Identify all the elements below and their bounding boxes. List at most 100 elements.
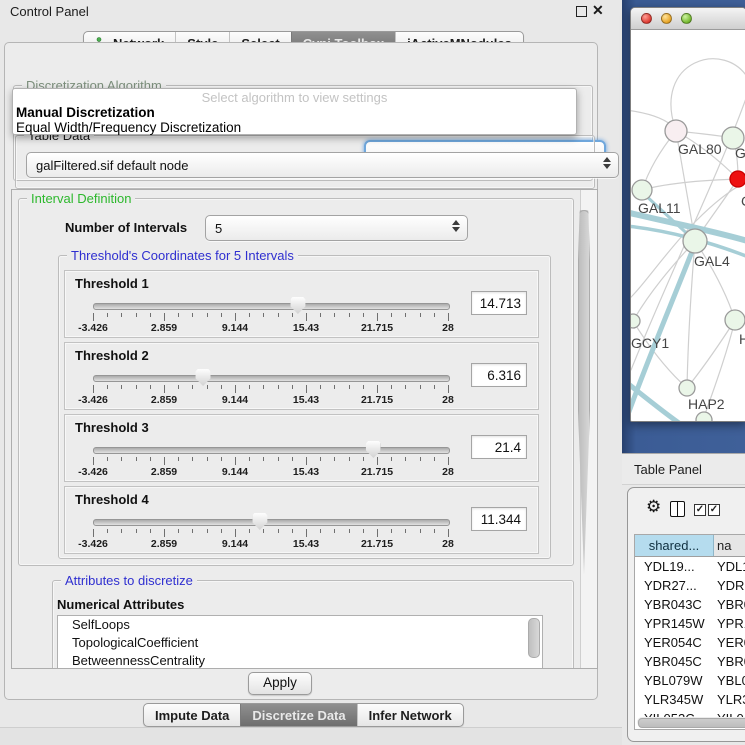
threshold-block-2: Threshold 2 -3.4262.8599.14415.4321.71528… xyxy=(64,342,539,410)
cell-name[interactable]: YDL1 xyxy=(714,557,745,576)
tick-label: 9.144 xyxy=(222,538,248,550)
tab-discretize-data[interactable]: Discretize Data xyxy=(240,704,356,726)
slider-thumb[interactable] xyxy=(196,369,211,386)
numerical-attributes-label: Numerical Attributes xyxy=(57,597,184,612)
right-side: GAL80GALGAL11CGAL4GCY1HAHAP2 Table Panel… xyxy=(622,0,745,745)
node-red-selected[interactable] xyxy=(730,171,745,187)
cell-shared-name[interactable]: YLR345W xyxy=(635,690,714,709)
network-edge xyxy=(687,320,735,388)
table-body: YDL19...YDL1YDR27...YDR2YBR043CYBR0YPR14… xyxy=(635,557,745,728)
checkbox-checked-icon[interactable]: ✓ xyxy=(708,504,720,516)
table-row[interactable]: YBR043CYBR0 xyxy=(635,595,745,614)
cell-name[interactable]: YER0 xyxy=(714,633,745,652)
tick-mark xyxy=(93,457,94,465)
cell-shared-name[interactable]: YDL19... xyxy=(635,557,714,576)
zoom-traffic-light-icon[interactable] xyxy=(681,13,692,24)
vertical-scrollbar-thumb[interactable] xyxy=(578,210,590,574)
cell-name[interactable]: YBR0 xyxy=(714,652,745,671)
tick-mark xyxy=(107,313,108,317)
table-row[interactable]: YBR045CYBR0 xyxy=(635,652,745,671)
attribute-item-selfloops[interactable]: SelfLoops xyxy=(58,616,542,634)
popup-option-equal-width-frequency[interactable]: Equal Width/Frequency Discretization xyxy=(13,120,576,135)
slider-thumb[interactable] xyxy=(290,297,305,314)
apply-button[interactable]: Apply xyxy=(248,672,312,695)
threshold-slider[interactable]: -3.4262.8599.14415.4321.71528 xyxy=(93,441,448,477)
threshold-slider[interactable]: -3.4262.8599.14415.4321.71528 xyxy=(93,369,448,405)
tab-label: Infer Network xyxy=(369,708,452,723)
close-traffic-light-icon[interactable] xyxy=(641,13,652,24)
tab-infer-network[interactable]: Infer Network xyxy=(357,704,463,726)
settings-scrollpane: Interval Definition Number of Intervals … xyxy=(11,189,598,669)
attribute-item-topologicalcoefficient[interactable]: TopologicalCoefficient xyxy=(58,634,542,652)
table-row[interactable]: YER054CYER0 xyxy=(635,633,745,652)
cell-name[interactable]: YLR3 xyxy=(714,690,745,709)
node-gal11[interactable] xyxy=(632,180,652,200)
tick-mark xyxy=(192,385,193,389)
algorithm-dropdown-popup: Select algorithm to view settings Manual… xyxy=(12,88,577,135)
table-row[interactable]: YDL19...YDL1 xyxy=(635,557,745,576)
popup-option-manual-discretization[interactable]: Manual Discretization xyxy=(13,105,576,120)
node-gal80[interactable] xyxy=(665,120,687,142)
threshold-value-field[interactable]: 21.4 xyxy=(471,435,527,459)
tick-mark xyxy=(278,457,279,461)
threshold-label: Threshold 2 xyxy=(75,348,149,363)
cell-shared-name[interactable]: YER054C xyxy=(635,633,714,652)
cell-shared-name[interactable]: YBR045C xyxy=(635,652,714,671)
table-row[interactable]: YDR27...YDR2 xyxy=(635,576,745,595)
cell-name[interactable]: YBR0 xyxy=(714,595,745,614)
vertical-scrollbar[interactable] xyxy=(580,190,597,668)
combo-spinner-icon xyxy=(603,157,611,169)
attribute-item-betweennesscentrality[interactable]: BetweennessCentrality xyxy=(58,652,542,669)
threshold-value-field[interactable]: 11.344 xyxy=(471,507,527,531)
tick-mark xyxy=(249,313,250,317)
gear-icon[interactable]: ⚙ xyxy=(646,498,661,515)
cell-shared-name[interactable]: YDR27... xyxy=(635,576,714,595)
checkbox-checked-icon[interactable]: ✓ xyxy=(694,504,706,516)
slider-tick-labels: -3.4262.8599.14415.4321.71528 xyxy=(93,322,448,334)
horizontal-scrollbar[interactable] xyxy=(637,717,745,727)
table-row[interactable]: YPR145WYPR1 xyxy=(635,614,745,633)
node-hap2[interactable] xyxy=(679,380,695,396)
tick-label: 15.43 xyxy=(293,322,319,334)
network-window-titlebar xyxy=(631,8,745,30)
column-header-name[interactable]: na xyxy=(714,535,745,556)
cell-name[interactable]: YPR1 xyxy=(714,614,745,633)
close-icon[interactable]: ✕ xyxy=(592,2,604,19)
column-header-shared-name[interactable]: shared... xyxy=(635,535,714,556)
node-right[interactable] xyxy=(725,310,745,330)
threshold-slider[interactable]: -3.4262.8599.14415.4321.71528 xyxy=(93,297,448,333)
numerical-attributes-list[interactable]: SelfLoopsTopologicalCoefficientBetweenne… xyxy=(57,615,543,669)
tick-mark xyxy=(420,457,421,461)
cell-shared-name[interactable]: YBR043C xyxy=(635,595,714,614)
threshold-value-field[interactable]: 6.316 xyxy=(471,363,527,387)
node-label-gal80: GAL80 xyxy=(678,141,722,157)
threshold-slider[interactable]: -3.4262.8599.14415.4321.71528 xyxy=(93,513,448,549)
node-gcy1[interactable] xyxy=(631,314,640,328)
slider-thumb[interactable] xyxy=(252,513,267,530)
tick-mark xyxy=(292,313,293,317)
number-of-intervals-combobox[interactable]: 5 xyxy=(205,215,468,241)
algorithm-prompt-item[interactable]: Select algorithm to view settings xyxy=(13,91,576,105)
node-gal4[interactable] xyxy=(683,229,707,253)
float-window-icon[interactable] xyxy=(576,6,587,17)
table-row[interactable]: YLR345WYLR3 xyxy=(635,690,745,709)
tab-impute-data[interactable]: Impute Data xyxy=(144,704,240,726)
split-column-icon[interactable] xyxy=(670,501,685,517)
tick-mark xyxy=(377,385,378,393)
table-data-combobox[interactable]: galFiltered.sif default node xyxy=(26,152,619,178)
cell-name[interactable]: YBL0 xyxy=(714,671,745,690)
table-row[interactable]: YBL079WYBL0 xyxy=(635,671,745,690)
cell-shared-name[interactable]: YBL079W xyxy=(635,671,714,690)
tick-mark xyxy=(136,457,137,461)
cell-name[interactable]: YDR2 xyxy=(714,576,745,595)
slider-thumb[interactable] xyxy=(366,441,381,458)
node-label-gcy1: GCY1 xyxy=(631,335,669,351)
list-scrollbar-thumb[interactable] xyxy=(528,618,540,658)
network-canvas[interactable]: GAL80GALGAL11CGAL4GCY1HAHAP2 xyxy=(631,30,745,421)
horizontal-scrollbar-thumb[interactable] xyxy=(638,718,745,728)
threshold-value-field[interactable]: 14.713 xyxy=(471,291,527,315)
table-header-row: shared... na xyxy=(635,535,745,557)
node-bottom[interactable] xyxy=(696,412,712,421)
cell-shared-name[interactable]: YPR145W xyxy=(635,614,714,633)
minimize-traffic-light-icon[interactable] xyxy=(661,13,672,24)
